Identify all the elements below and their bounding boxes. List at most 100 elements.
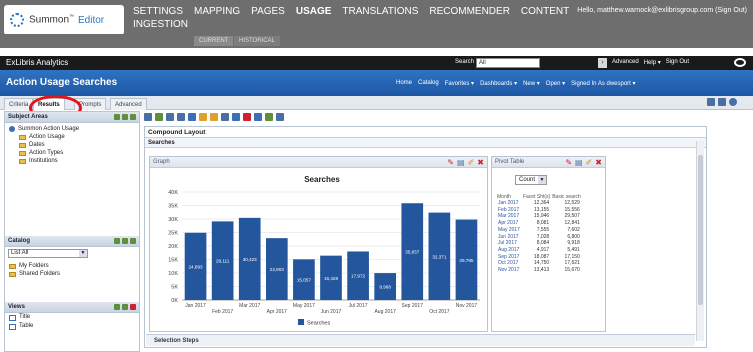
chart-icon[interactable] (265, 113, 273, 121)
tab-advanced[interactable]: Advanced (110, 98, 147, 110)
new-link[interactable]: New ▾ (523, 80, 540, 87)
searches-title: Searches (145, 138, 706, 148)
nav-recommender[interactable]: RECOMMENDER (429, 6, 510, 17)
graph-edit-icon[interactable]: ✎ (447, 158, 454, 167)
pivot-row-label: Sep 2017 (498, 253, 520, 260)
save-icon[interactable] (707, 98, 715, 106)
left-panel: Subject Areas Summon Action Usage Action… (4, 111, 140, 352)
pivot-pencil-icon[interactable]: ✐ (586, 158, 593, 167)
pivot-row: Apr 2017 8,081 12,841 (496, 220, 582, 227)
catalog-edit-icon[interactable] (122, 238, 128, 244)
add-icon[interactable] (130, 114, 136, 120)
pivot-cell: 17,150 (564, 253, 580, 260)
catalog-list-select[interactable]: List All ▼ (8, 249, 88, 258)
tree-item-action-types[interactable]: Action Types (9, 149, 135, 157)
edit-icon[interactable] (144, 113, 152, 121)
sign-out-link[interactable]: Sign Out (666, 59, 689, 66)
tree-root[interactable]: Summon Action Usage (9, 125, 135, 133)
home-link[interactable]: Home (396, 80, 412, 87)
subtab-current[interactable]: CURRENT (194, 36, 234, 46)
vertical-scrollbar[interactable] (696, 141, 704, 341)
delete-view-icon[interactable] (130, 304, 136, 310)
search-go-button[interactable]: › (598, 58, 607, 68)
help-icon[interactable] (729, 98, 737, 106)
chevron-down-icon[interactable]: ▼ (538, 176, 546, 184)
summon-logo[interactable]: Summon™ Editor (4, 5, 124, 35)
selection-steps-bar[interactable]: Selection Steps (146, 334, 695, 346)
views-header: Views (5, 302, 139, 313)
pivot-edit-icon[interactable]: ✎ (565, 158, 572, 167)
view-item-title[interactable]: Title (5, 313, 139, 322)
graph-format-icon[interactable]: ▤ (457, 158, 465, 167)
folder-my-folders[interactable]: My Folders (9, 262, 135, 270)
catalog-refresh-icon[interactable] (114, 238, 120, 244)
editor-label: Editor (78, 14, 105, 26)
user-greeting[interactable]: Hello, matthew.warnock@exlibrisgroup.com… (562, 6, 747, 16)
search-icon[interactable] (114, 114, 120, 120)
graph-close-icon[interactable]: ✖ (477, 158, 484, 167)
nav-translations[interactable]: TRANSLATIONS (342, 6, 418, 17)
filter-icon[interactable] (199, 113, 207, 121)
subtab-historical[interactable]: HISTORICAL (234, 36, 280, 46)
pivot-cell: 7,602 (567, 226, 580, 233)
nav-usage[interactable]: USAGE (296, 6, 332, 17)
tree-item-dates[interactable]: Dates (9, 141, 135, 149)
y-tick-label: 40K (168, 190, 178, 196)
nav-pages[interactable]: PAGES (251, 6, 285, 17)
dashboards-link[interactable]: Dashboards ▾ (480, 80, 517, 87)
scrollbar-thumb[interactable] (698, 155, 703, 305)
print-icon[interactable] (155, 113, 163, 121)
pivot-close-icon[interactable]: ✖ (595, 158, 602, 167)
catalog-new-icon[interactable] (130, 238, 136, 244)
nav-ingestion[interactable]: INGESTION (133, 19, 188, 30)
favorites-link[interactable]: Favorites ▾ (445, 80, 474, 87)
format-icon[interactable] (221, 113, 229, 121)
pivot-cell: 6,800 (567, 233, 580, 240)
pivot-row-label: Mar 2017 (498, 213, 520, 220)
nav-settings[interactable]: SETTINGS (133, 6, 183, 17)
sort-icon[interactable] (210, 113, 218, 121)
grid-icon[interactable] (254, 113, 262, 121)
pivot-row: Jul 2017 8,084 9,918 (496, 240, 582, 247)
tree-item-institutions[interactable]: Institutions (9, 157, 135, 165)
view-item-table[interactable]: Table (5, 322, 139, 331)
new-view-icon[interactable] (188, 113, 196, 121)
add-view-icon[interactable] (114, 304, 120, 310)
refresh-icon[interactable] (122, 114, 128, 120)
remove-icon[interactable] (243, 113, 251, 121)
x-tick-label: Jan 2017 (185, 303, 206, 309)
advanced-link[interactable]: Advanced (612, 59, 639, 66)
bar-value-label: 22,903 (270, 267, 284, 272)
search-scope-select[interactable]: All (476, 58, 540, 68)
results-toolbar (144, 111, 704, 123)
pivot-cell: 7,555 (536, 226, 550, 233)
pivot-row-label: Feb 2017 (498, 206, 520, 213)
pivot-row-label: Oct 2017 (498, 260, 519, 267)
pivot-table-view: Pivot Table ✎ ▤ ✐ ✖ Count ▼ Month Facet S… (491, 156, 606, 332)
pivot-format-icon[interactable]: ▤ (575, 158, 583, 167)
pivot-cell: 8,084 (536, 240, 550, 247)
edit-view-icon[interactable] (122, 304, 128, 310)
folder-shared-folders[interactable]: Shared Folders (9, 270, 135, 278)
pivot-row-label: Jul 2017 (498, 240, 517, 247)
layout-icon[interactable] (232, 113, 240, 121)
pivot-cell: 29,507 (564, 213, 580, 220)
refresh-results-icon[interactable] (177, 113, 185, 121)
export-icon[interactable] (166, 113, 174, 121)
graph-pencil-icon[interactable]: ✐ (468, 158, 475, 167)
catalog-link[interactable]: Catalog (418, 80, 439, 87)
nav-mapping[interactable]: MAPPING (194, 6, 240, 17)
pivot-cell: 15,556 (564, 206, 580, 213)
folder-icon (19, 142, 26, 148)
save-as-icon[interactable] (718, 98, 726, 106)
table-icon[interactable] (276, 113, 284, 121)
folder-icon (19, 134, 26, 140)
open-link[interactable]: Open ▾ (546, 80, 565, 87)
signed-in-as-link[interactable]: Signed In As dwesport ▾ (571, 80, 635, 87)
x-tick-label: Mar 2017 (239, 303, 260, 309)
x-tick-label: Feb 2017 (212, 309, 233, 315)
pivot-cell: 12,364 (533, 200, 550, 206)
tree-item-action-usage[interactable]: Action Usage (9, 133, 135, 141)
help-link[interactable]: Help ▾ (644, 59, 661, 66)
y-tick-label: 10K (168, 271, 178, 277)
